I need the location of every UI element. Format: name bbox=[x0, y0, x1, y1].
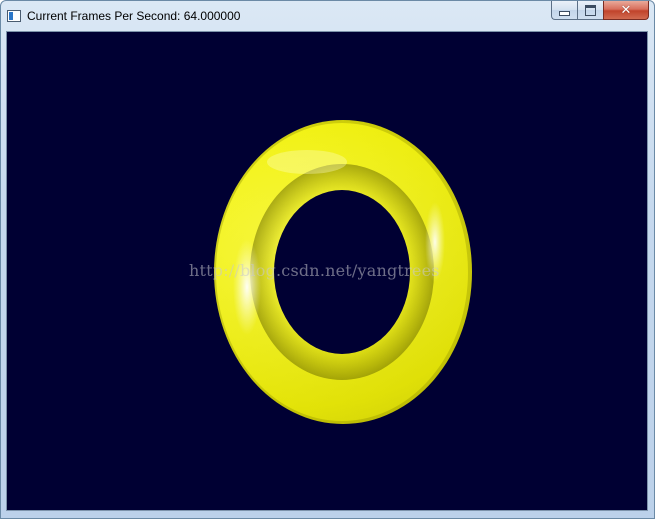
close-icon: ✕ bbox=[620, 2, 632, 18]
watermark-text: http://blog.csdn.net/yangtrees bbox=[189, 261, 440, 280]
app-window: Current Frames Per Second: 64.000000 ✕ h… bbox=[0, 0, 655, 519]
window-title: Current Frames Per Second: 64.000000 bbox=[27, 9, 241, 23]
title-bar[interactable]: Current Frames Per Second: 64.000000 ✕ bbox=[1, 1, 654, 31]
maximize-button[interactable] bbox=[577, 1, 603, 20]
minimize-button[interactable] bbox=[551, 1, 577, 20]
window-controls: ✕ bbox=[551, 1, 649, 21]
maximize-icon bbox=[585, 4, 596, 16]
app-icon[interactable] bbox=[7, 10, 21, 22]
opengl-viewport[interactable]: http://blog.csdn.net/yangtrees bbox=[6, 31, 648, 511]
minimize-icon bbox=[559, 10, 570, 16]
close-button[interactable]: ✕ bbox=[603, 1, 649, 20]
